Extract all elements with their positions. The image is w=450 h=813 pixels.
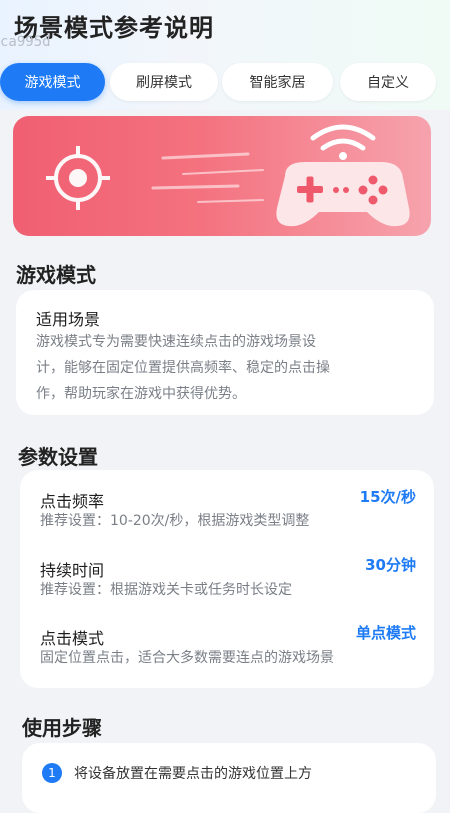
mode-tabs: 游戏模式 刷屏模式 智能家居 自定义 bbox=[0, 63, 450, 103]
param-hint: 固定位置点击，适合大多数需要连点的游戏场景 bbox=[40, 650, 334, 666]
steps-card: 1 将设备放置在需要点击的游戏位置上方 bbox=[22, 743, 436, 813]
tab-game-mode[interactable]: 游戏模式 bbox=[0, 63, 105, 101]
params-card: 点击频率 15次/秒 推荐设置：10-20次/秒，根据游戏类型调整 持续时间 3… bbox=[20, 470, 434, 688]
description-line: 作，帮助玩家在游戏中获得优势。 bbox=[36, 386, 246, 402]
param-hint: 推荐设置：根据游戏关卡或任务时长设定 bbox=[40, 582, 292, 598]
usage-scenario-heading: 适用场景 bbox=[36, 310, 101, 329]
mode-section-title: 游戏模式 bbox=[16, 263, 96, 287]
tab-smart-home[interactable]: 智能家居 bbox=[222, 63, 333, 101]
watermark-text: ca995d bbox=[0, 34, 51, 50]
description-line: 计，能够在固定位置提供高频率、稳定的点击操 bbox=[36, 360, 330, 376]
usage-scenario-card: 适用场景 游戏模式专为需要快速连续点击的游戏场景设 计，能够在固定位置提供高频率… bbox=[16, 290, 434, 415]
description-line: 游戏模式专为需要快速连续点击的游戏场景设 bbox=[36, 334, 316, 350]
param-value: 15次/秒 bbox=[359, 488, 416, 506]
param-hint: 推荐设置：10-20次/秒，根据游戏类型调整 bbox=[40, 513, 310, 529]
step-number-badge: 1 bbox=[42, 763, 62, 783]
steps-section-title: 使用步骤 bbox=[22, 716, 102, 740]
game-mode-banner bbox=[13, 116, 431, 236]
speed-lines bbox=[151, 152, 264, 203]
step-text: 将设备放置在需要点击的游戏位置上方 bbox=[74, 766, 312, 782]
tab-refresh-mode[interactable]: 刷屏模式 bbox=[110, 63, 218, 101]
wifi-signal-icon bbox=[310, 124, 376, 160]
crosshair-icon bbox=[46, 146, 110, 210]
gamepad-icon bbox=[276, 162, 410, 227]
param-value: 30分钟 bbox=[365, 556, 416, 574]
usage-scenario-description: 游戏模式专为需要快速连续点击的游戏场景设 计，能够在固定位置提供高频率、稳定的点… bbox=[36, 329, 426, 407]
params-section-title: 参数设置 bbox=[18, 445, 98, 469]
banner-illustration bbox=[46, 124, 410, 227]
param-value: 单点模式 bbox=[355, 624, 416, 642]
tab-custom[interactable]: 自定义 bbox=[340, 63, 436, 101]
